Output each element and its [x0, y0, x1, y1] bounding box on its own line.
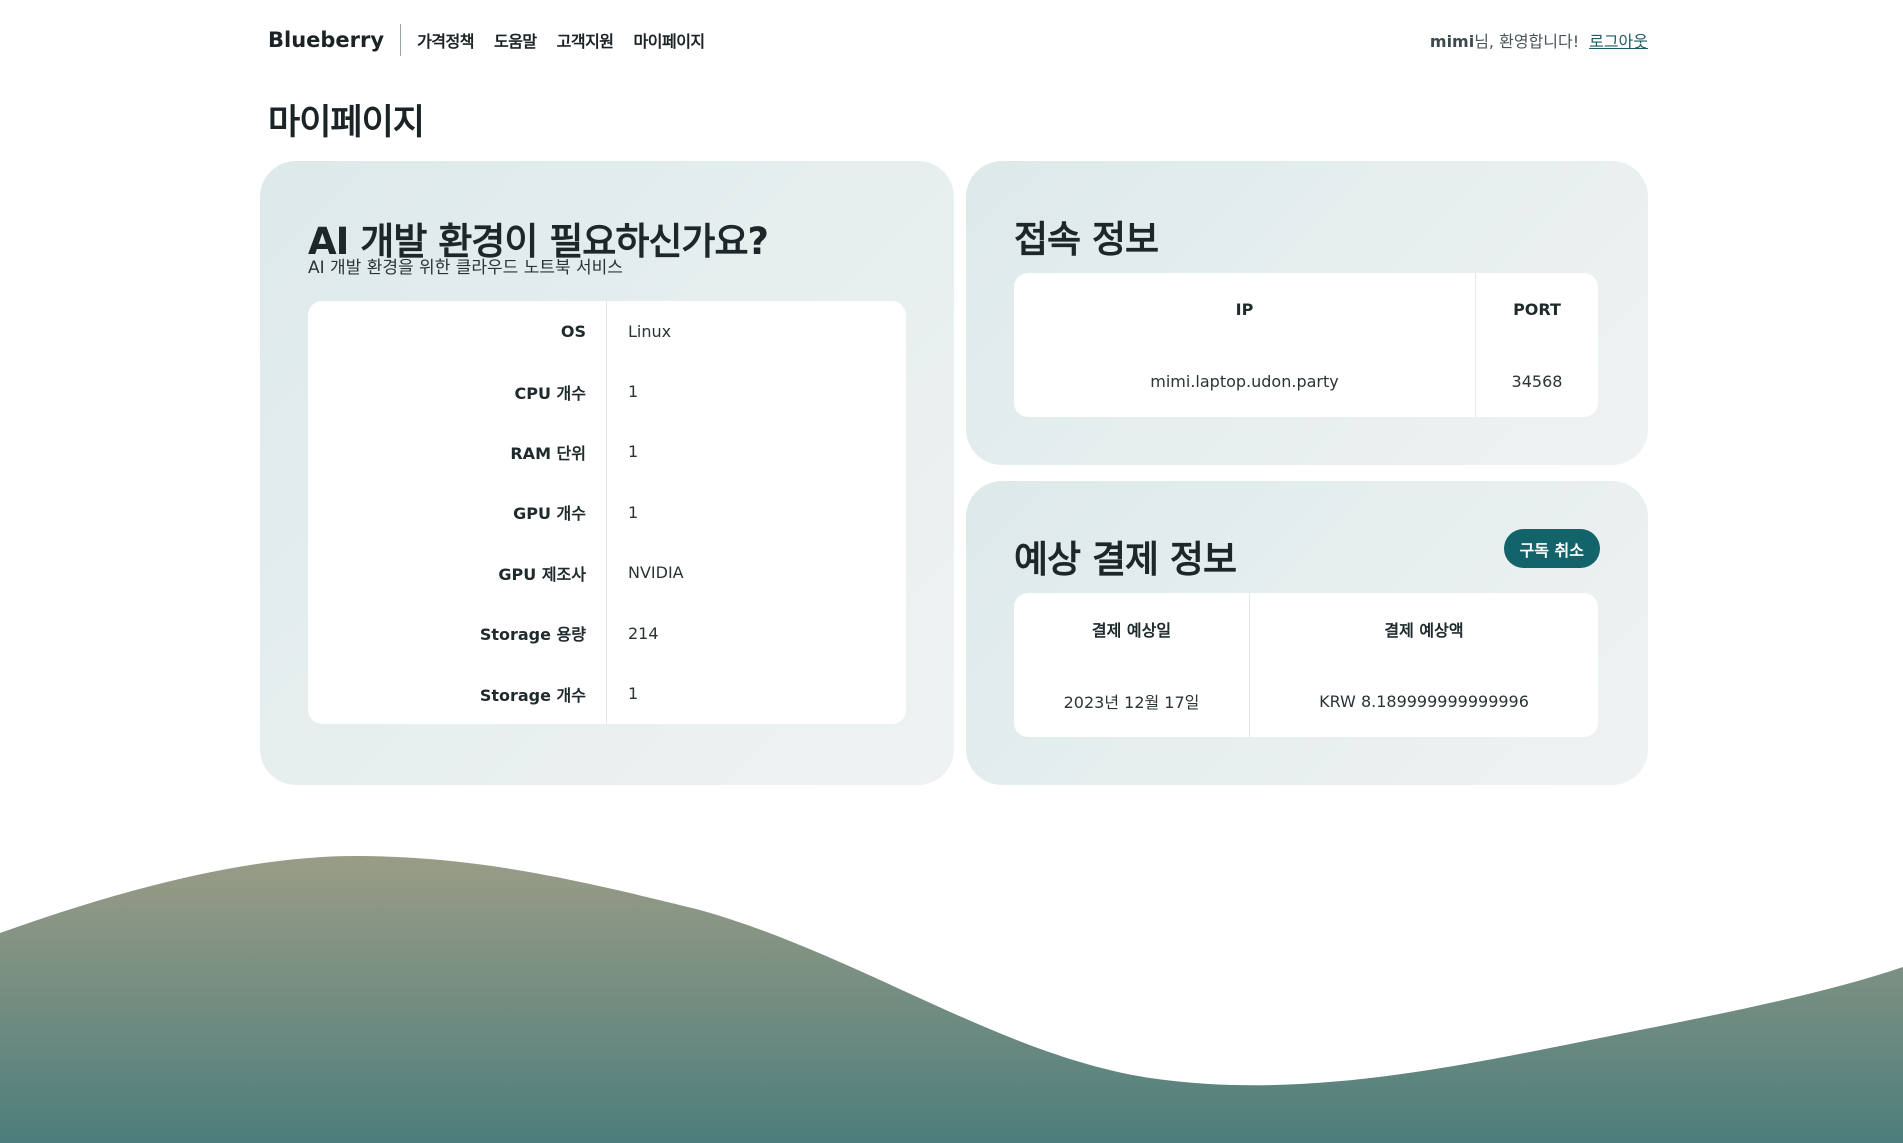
- spec-value: NVIDIA: [628, 563, 684, 583]
- spec-label: Storage 용량: [479, 625, 586, 645]
- page: Blueberry 가격정책 도움말 고객지원 마이페이지 mimi님, 환영합…: [0, 0, 1903, 1143]
- spec-row: GPU 개수 1: [308, 482, 906, 542]
- nav-mypage[interactable]: 마이페이지: [634, 28, 706, 52]
- spec-value: 1: [628, 382, 639, 402]
- welcome-text: 님, 환영합니다!: [1474, 32, 1580, 51]
- spec-value: 1: [628, 442, 639, 462]
- ip-header: IP: [1235, 299, 1254, 319]
- spec-label: RAM 단위: [510, 443, 586, 463]
- amount-value: KRW 8.189999999999996: [1319, 691, 1529, 711]
- logout-link[interactable]: 로그아웃: [1589, 28, 1648, 52]
- spec-label: GPU 제조사: [498, 564, 586, 584]
- connection-title: 접속 정보: [1014, 218, 1159, 261]
- spec-value: 1: [628, 502, 639, 522]
- spec-row: Storage 용량 214: [308, 603, 906, 663]
- brand-logo[interactable]: Blueberry: [268, 28, 400, 52]
- ip-value: mimi.laptop.udon.party: [1150, 371, 1339, 391]
- spec-value: 1: [628, 684, 639, 704]
- spec-row: GPU 제조사 NVIDIA: [308, 543, 906, 603]
- header-left: Blueberry 가격정책 도움말 고객지원 마이페이지: [268, 24, 705, 56]
- port-value: 34568: [1511, 371, 1563, 391]
- amount-column: 결제 예상액 KRW 8.189999999999996: [1250, 593, 1598, 737]
- port-header: PORT: [1513, 299, 1561, 319]
- payment-card: 예상 결제 정보 구독 취소 결제 예상일 2023년 12월 17일 결제 예…: [966, 481, 1648, 785]
- spec-row: OS Linux: [308, 301, 906, 361]
- spec-label: GPU 개수: [513, 504, 586, 524]
- header-divider: [400, 24, 402, 56]
- page-title: 마이페이지: [268, 103, 425, 143]
- main-nav: 가격정책 도움말 고객지원 마이페이지: [417, 28, 705, 52]
- spec-row: RAM 단위 1: [308, 422, 906, 482]
- spec-divider: [606, 301, 607, 724]
- top-header: Blueberry 가격정책 도움말 고객지원 마이페이지 mimi님, 환영합…: [268, 22, 1648, 58]
- wave-shape: [0, 855, 1903, 1143]
- spec-label: OS: [560, 321, 586, 341]
- nav-help[interactable]: 도움말: [494, 28, 537, 52]
- user-greeting: mimi님, 환영합니다! 로그아웃: [1430, 28, 1648, 52]
- date-header: 결제 예상일: [1091, 621, 1172, 640]
- decorative-wave: [0, 855, 1903, 1143]
- user-name: mimi: [1429, 32, 1475, 51]
- spec-row: CPU 개수 1: [308, 361, 906, 421]
- spec-table: OS Linux CPU 개수 1 RAM 단위 1 GPU 개수 1 GPU …: [308, 301, 906, 724]
- spec-label: CPU 개수: [514, 383, 586, 403]
- date-column: 결제 예상일 2023년 12월 17일: [1014, 593, 1249, 737]
- spec-row: Storage 개수 1: [308, 663, 906, 723]
- cancel-subscription-button[interactable]: 구독 취소: [1503, 529, 1600, 568]
- nav-pricing[interactable]: 가격정책: [417, 28, 474, 52]
- amount-header: 결제 예상액: [1384, 621, 1464, 640]
- payment-title: 예상 결제 정보: [1014, 538, 1237, 581]
- payment-table: 결제 예상일 2023년 12월 17일 결제 예상액 KRW 8.189999…: [1014, 593, 1598, 737]
- spec-value: 214: [628, 623, 659, 643]
- spec-value: Linux: [628, 321, 672, 341]
- spec-label: Storage 개수: [479, 685, 586, 705]
- date-value: 2023년 12월 17일: [1063, 693, 1200, 712]
- nav-support[interactable]: 고객지원: [557, 28, 614, 52]
- connection-card: 접속 정보 IP mimi.laptop.udon.party PORT 345…: [966, 161, 1648, 465]
- ip-column: IP mimi.laptop.udon.party: [1014, 273, 1475, 417]
- port-column: PORT 34568: [1476, 273, 1598, 417]
- connection-table: IP mimi.laptop.udon.party PORT 34568: [1014, 273, 1598, 417]
- ai-card-subtitle: AI 개발 환경을 위한 클라우드 노트북 서비스: [308, 258, 623, 278]
- ai-env-card: AI 개발 환경이 필요하신가요? AI 개발 환경을 위한 클라우드 노트북 …: [260, 161, 954, 785]
